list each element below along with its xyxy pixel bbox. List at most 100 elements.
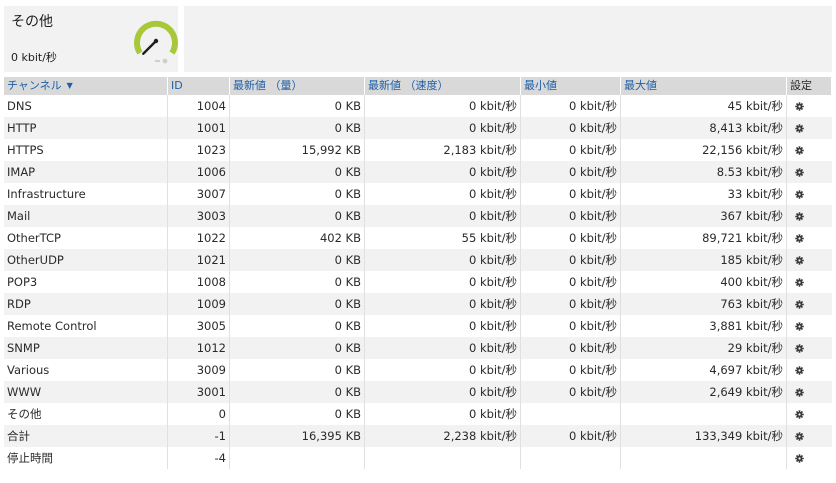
last-volume-cell: 16,395 KB: [230, 425, 365, 447]
gear-icon[interactable]: [795, 344, 804, 353]
gear-icon[interactable]: [795, 212, 804, 221]
channel-name-cell: POP3: [4, 271, 168, 293]
table-row: HTTP 1001 0 KB 0 kbit/秒 0 kbit/秒 8,413 k…: [4, 117, 832, 139]
channel-name-cell: その他: [4, 403, 168, 425]
table-row: DNS 1004 0 KB 0 kbit/秒 0 kbit/秒 45 kbit/…: [4, 95, 832, 117]
gear-icon[interactable]: [795, 146, 804, 155]
column-header-max[interactable]: 最大値: [621, 77, 787, 95]
gear-icon[interactable]: [795, 432, 804, 441]
last-volume-cell: 0 KB: [230, 271, 365, 293]
gauge-tile-value: 0 kbit/秒: [11, 51, 57, 64]
channel-id-cell: 3005: [168, 315, 230, 337]
table-row: POP3 1008 0 KB 0 kbit/秒 0 kbit/秒 400 kbi…: [4, 271, 832, 293]
max-cell: 133,349 kbit/秒: [621, 425, 787, 447]
min-cell: 0 kbit/秒: [521, 337, 621, 359]
column-header-channel[interactable]: チャンネル ▼: [4, 77, 168, 95]
channel-name-cell: DNS: [4, 95, 168, 117]
channel-table: チャンネル ▼ ID 最新値 （量） 最新値 （速度） 最小値 最大値 設定 DN…: [4, 77, 832, 469]
channel-id-cell: 0: [168, 403, 230, 425]
min-cell: 0 kbit/秒: [521, 139, 621, 161]
last-speed-cell: 2,183 kbit/秒: [365, 139, 521, 161]
column-header-settings: 設定: [787, 77, 832, 95]
gear-icon[interactable]: [795, 454, 804, 463]
gear-icon[interactable]: [795, 300, 804, 309]
gear-icon[interactable]: [795, 410, 804, 419]
min-cell: 0 kbit/秒: [521, 359, 621, 381]
gear-icon[interactable]: [795, 124, 804, 133]
channel-id-cell: 1009: [168, 293, 230, 315]
table-row: Mail 3003 0 KB 0 kbit/秒 0 kbit/秒 367 kbi…: [4, 205, 832, 227]
settings-cell: [787, 359, 832, 381]
settings-cell: [787, 447, 832, 469]
max-cell: 8.53 kbit/秒: [621, 161, 787, 183]
settings-cell: [787, 337, 832, 359]
last-speed-cell: 0 kbit/秒: [365, 95, 521, 117]
empty-tile-area: [184, 6, 832, 72]
last-volume-cell: 0 KB: [230, 183, 365, 205]
gear-icon[interactable]: [795, 168, 804, 177]
last-volume-cell: 0 KB: [230, 293, 365, 315]
max-cell: 185 kbit/秒: [621, 249, 787, 271]
table-row: SNMP 1012 0 KB 0 kbit/秒 0 kbit/秒 29 kbit…: [4, 337, 832, 359]
table-row: RDP 1009 0 KB 0 kbit/秒 0 kbit/秒 763 kbit…: [4, 293, 832, 315]
gear-icon[interactable]: [795, 102, 804, 111]
last-volume-cell: 15,992 KB: [230, 139, 365, 161]
gear-icon[interactable]: [795, 388, 804, 397]
max-cell: 89,721 kbit/秒: [621, 227, 787, 249]
last-speed-cell: 0 kbit/秒: [365, 271, 521, 293]
gear-icon[interactable]: [795, 278, 804, 287]
column-header-last-volume[interactable]: 最新値 （量）: [230, 77, 365, 95]
gear-icon[interactable]: [795, 190, 804, 199]
column-header-last-speed[interactable]: 最新値 （速度）: [365, 77, 521, 95]
table-row: Remote Control 3005 0 KB 0 kbit/秒 0 kbit…: [4, 315, 832, 337]
min-cell: 0 kbit/秒: [521, 315, 621, 337]
last-volume-cell: 0 KB: [230, 381, 365, 403]
channel-id-cell: 3007: [168, 183, 230, 205]
column-header-min[interactable]: 最小値: [521, 77, 621, 95]
last-speed-cell: 0 kbit/秒: [365, 293, 521, 315]
table-body: DNS 1004 0 KB 0 kbit/秒 0 kbit/秒 45 kbit/…: [4, 95, 832, 469]
table-row: 停止時間 -4: [4, 447, 832, 469]
last-volume-cell: 0 KB: [230, 249, 365, 271]
last-speed-cell: 0 kbit/秒: [365, 315, 521, 337]
table-row: OtherTCP 1022 402 KB 55 kbit/秒 0 kbit/秒 …: [4, 227, 832, 249]
table-row: IMAP 1006 0 KB 0 kbit/秒 0 kbit/秒 8.53 kb…: [4, 161, 832, 183]
table-row: HTTPS 1023 15,992 KB 2,183 kbit/秒 0 kbit…: [4, 139, 832, 161]
min-cell: 0 kbit/秒: [521, 161, 621, 183]
min-cell: 0 kbit/秒: [521, 381, 621, 403]
max-cell: 8,413 kbit/秒: [621, 117, 787, 139]
channel-id-cell: 1004: [168, 95, 230, 117]
channel-id-cell: 1023: [168, 139, 230, 161]
channel-id-cell: 1001: [168, 117, 230, 139]
column-header-id[interactable]: ID: [168, 77, 230, 95]
gear-icon[interactable]: [795, 366, 804, 375]
last-volume-cell: 0 KB: [230, 117, 365, 139]
max-cell: 367 kbit/秒: [621, 205, 787, 227]
channel-name-cell: RDP: [4, 293, 168, 315]
gear-icon[interactable]: [795, 234, 804, 243]
last-volume-cell: 0 KB: [230, 205, 365, 227]
max-cell: 22,156 kbit/秒: [621, 139, 787, 161]
last-speed-cell: 0 kbit/秒: [365, 381, 521, 403]
channel-name-cell: 停止時間: [4, 447, 168, 469]
max-cell: 400 kbit/秒: [621, 271, 787, 293]
settings-cell: [787, 139, 832, 161]
last-speed-cell: 0 kbit/秒: [365, 249, 521, 271]
gear-icon[interactable]: [795, 256, 804, 265]
last-speed-cell: [365, 447, 521, 469]
channel-name-cell: OtherTCP: [4, 227, 168, 249]
max-cell: 4,697 kbit/秒: [621, 359, 787, 381]
settings-cell: [787, 227, 832, 249]
last-volume-cell: 0 KB: [230, 95, 365, 117]
last-speed-cell: 0 kbit/秒: [365, 337, 521, 359]
gear-icon[interactable]: [795, 322, 804, 331]
gauge-tile[interactable]: その他 0 kbit/秒: [4, 6, 178, 72]
last-volume-cell: 0 KB: [230, 315, 365, 337]
settings-cell: [787, 403, 832, 425]
max-cell: [621, 447, 787, 469]
last-volume-cell: 0 KB: [230, 403, 365, 425]
last-speed-cell: 0 kbit/秒: [365, 403, 521, 425]
channel-id-cell: 1012: [168, 337, 230, 359]
settings-cell: [787, 161, 832, 183]
min-cell: 0 kbit/秒: [521, 293, 621, 315]
